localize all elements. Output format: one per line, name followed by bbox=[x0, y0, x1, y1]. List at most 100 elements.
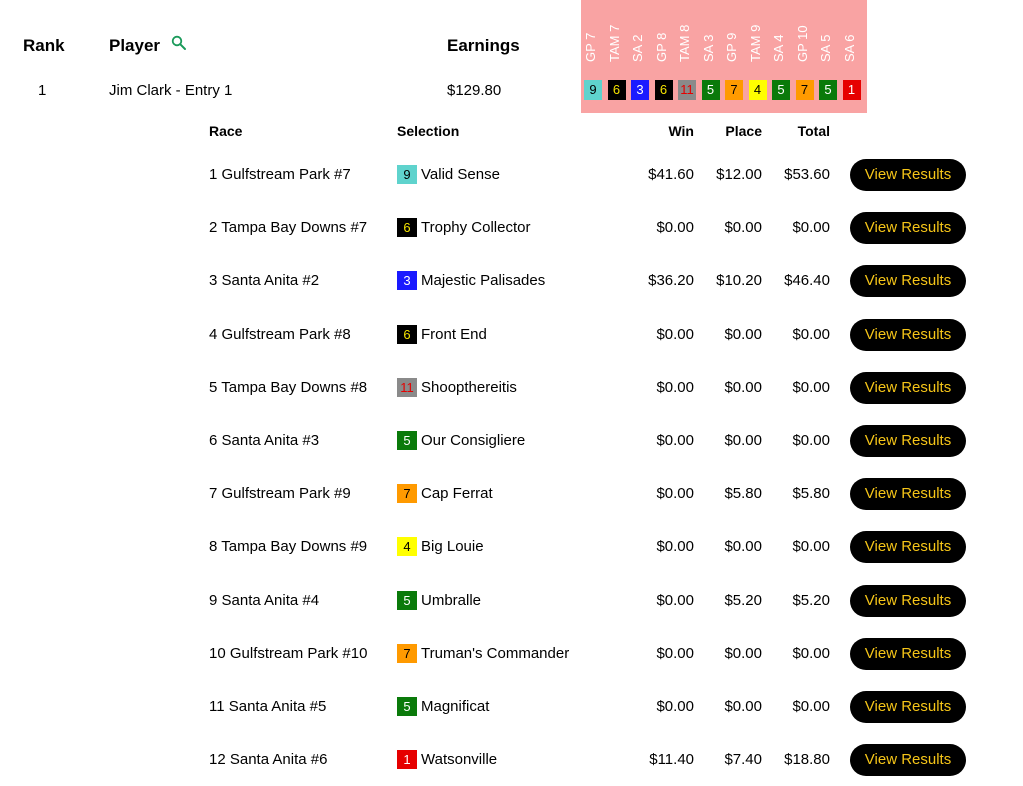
table-row: 4 Gulfstream Park #8 6 Front End $0.00 $0.00… bbox=[0, 308, 1023, 361]
race-column-label: TAM 9 bbox=[747, 0, 770, 66]
total-amount: $0.00 bbox=[792, 698, 830, 715]
view-results-button[interactable]: View Results bbox=[850, 425, 966, 457]
post-number-badge: 7 bbox=[397, 484, 417, 504]
pick-chip: 11 bbox=[678, 80, 696, 100]
horse-name: Valid Sense bbox=[421, 166, 500, 183]
view-results-button[interactable]: View Results bbox=[850, 371, 966, 404]
total-amount: $0.00 bbox=[792, 219, 830, 237]
entry-earnings: $129.80 bbox=[447, 82, 502, 99]
win-amount: $0.00 bbox=[656, 698, 694, 715]
place-amount: $10.20 bbox=[716, 272, 762, 290]
post-number-badge: 7 bbox=[397, 643, 417, 663]
total-amount: $0.00 bbox=[792, 378, 830, 396]
win-amount: $0.00 bbox=[656, 325, 694, 343]
table-row: 2 Tampa Bay Downs #7 6 Trophy Collector $0.… bbox=[0, 201, 1023, 254]
race-column-label-text: GP 10 bbox=[794, 25, 810, 62]
post-number-badge: 6 bbox=[397, 324, 417, 344]
place-amount: $0.00 bbox=[724, 325, 762, 343]
pick-chip: 7 bbox=[795, 80, 814, 100]
race-name: 12 Santa Anita #6 bbox=[209, 751, 328, 769]
win-amount: $0.00 bbox=[656, 219, 694, 237]
race-column-label-text: SA 6 bbox=[841, 34, 857, 62]
table-row: 3 Santa Anita #2 3 Majestic Palisades $36.2… bbox=[0, 254, 1023, 307]
horse-name: Cap Ferrat bbox=[421, 485, 493, 503]
win-amount: $0.00 bbox=[656, 432, 694, 449]
view-results-button[interactable]: View Results bbox=[850, 478, 966, 511]
total-amount: $46.40 bbox=[784, 272, 830, 290]
race-column-label-text: TAM 7 bbox=[606, 24, 622, 62]
post-number-badge: 5 bbox=[397, 697, 417, 716]
pick-chip: 6 bbox=[607, 80, 626, 100]
total-amount: $5.80 bbox=[792, 485, 830, 503]
table-row: 10 Gulfstream Park #10 7 Truman's Commande… bbox=[0, 627, 1023, 680]
view-results-button[interactable]: View Results bbox=[850, 637, 966, 670]
race-name: 7 Gulfstream Park #9 bbox=[209, 485, 351, 503]
race-column-label-text: SA 2 bbox=[630, 34, 645, 62]
place-amount: $0.00 bbox=[724, 219, 762, 237]
race-column-label: SA 2 bbox=[630, 0, 652, 66]
horse-name: Truman's Commander bbox=[421, 644, 570, 662]
horse-name: Big Louie bbox=[421, 538, 484, 556]
race-name: 6 Santa Anita #3 bbox=[209, 432, 320, 449]
post-number-badge: 5 bbox=[397, 431, 417, 450]
view-results-button[interactable]: View Results bbox=[850, 744, 966, 777]
win-amount: $41.60 bbox=[648, 166, 694, 183]
win-amount: $36.20 bbox=[648, 272, 694, 290]
race-column-label: GP 8 bbox=[654, 0, 676, 66]
earnings-header: Earnings bbox=[447, 36, 520, 55]
race-name: 4 Gulfstream Park #8 bbox=[209, 325, 351, 343]
race-name: 1 Gulfstream Park #7 bbox=[209, 166, 351, 183]
race-column-label-text: TAM 9 bbox=[747, 24, 763, 62]
win-column-header: Win bbox=[668, 123, 694, 139]
race-column-label-text: GP 7 bbox=[583, 32, 598, 62]
view-results-button[interactable]: View Results bbox=[850, 584, 966, 617]
place-amount: $12.00 bbox=[716, 166, 762, 183]
total-amount: $53.60 bbox=[784, 166, 830, 183]
post-number-badge: 6 bbox=[397, 218, 417, 238]
place-amount: $0.00 bbox=[724, 538, 762, 556]
pick-chip: 5 bbox=[701, 80, 720, 100]
race-column-label: TAM 8 bbox=[677, 0, 699, 66]
place-amount: $5.20 bbox=[724, 591, 762, 609]
view-results-button[interactable]: View Results bbox=[850, 531, 966, 564]
race-name: 9 Santa Anita #4 bbox=[209, 591, 320, 609]
horse-name: Magnificat bbox=[421, 698, 490, 715]
win-amount: $0.00 bbox=[656, 538, 694, 556]
place-amount: $7.40 bbox=[724, 751, 762, 769]
win-amount: $0.00 bbox=[656, 644, 694, 662]
pick-chip: 7 bbox=[725, 80, 743, 100]
post-number-badge: 5 bbox=[397, 590, 417, 610]
pick-chip: 3 bbox=[631, 80, 649, 100]
place-amount: $0.00 bbox=[724, 432, 762, 449]
table-row: 6 Santa Anita #3 5 Our Consigliere $0.00 $0.… bbox=[0, 414, 1023, 467]
view-results-button[interactable]: View Results bbox=[850, 212, 966, 245]
pick-chip: 6 bbox=[654, 80, 673, 100]
race-column-label-text: SA 5 bbox=[818, 34, 833, 62]
race-column-label: SA 3 bbox=[700, 0, 723, 66]
post-number-badge: 9 bbox=[397, 165, 417, 184]
view-results-button[interactable]: View Results bbox=[850, 318, 966, 351]
table-row: 9 Santa Anita #4 5 Umbralle $0.00 $5.20 $5.20… bbox=[0, 574, 1023, 627]
view-results-button[interactable]: View Results bbox=[850, 691, 966, 723]
horse-name: Watsonville bbox=[421, 751, 498, 769]
rank-header: Rank bbox=[23, 36, 65, 55]
player-header: Player bbox=[109, 36, 161, 55]
table-row: 11 Santa Anita #5 5 Magnificat $0.00 $0.00 $0… bbox=[0, 680, 1023, 733]
total-amount: $18.80 bbox=[784, 751, 830, 769]
race-column-label-text: SA 3 bbox=[700, 34, 716, 62]
race-column-label-text: SA 4 bbox=[771, 34, 786, 62]
win-amount: $0.00 bbox=[656, 591, 694, 609]
view-results-button[interactable]: View Results bbox=[850, 265, 966, 298]
table-row: 7 Gulfstream Park #9 7 Cap Ferrat $0.00 $5.8… bbox=[0, 467, 1023, 520]
entry-player-name: Jim Clark - Entry 1 bbox=[109, 82, 233, 99]
race-name: 10 Gulfstream Park #10 bbox=[209, 644, 368, 662]
pick-chip: 1 bbox=[842, 80, 861, 100]
view-results-button[interactable]: View Results bbox=[850, 159, 966, 191]
horse-name: Front End bbox=[421, 325, 487, 343]
total-amount: $0.00 bbox=[792, 538, 830, 556]
search-icon[interactable] bbox=[171, 35, 187, 51]
win-amount: $11.40 bbox=[649, 751, 694, 769]
table-row: 5 Tampa Bay Downs #8 11 Shoopthereitis $0.0… bbox=[0, 361, 1023, 414]
race-column-label: SA 5 bbox=[818, 0, 840, 66]
place-amount: $0.00 bbox=[724, 378, 762, 396]
